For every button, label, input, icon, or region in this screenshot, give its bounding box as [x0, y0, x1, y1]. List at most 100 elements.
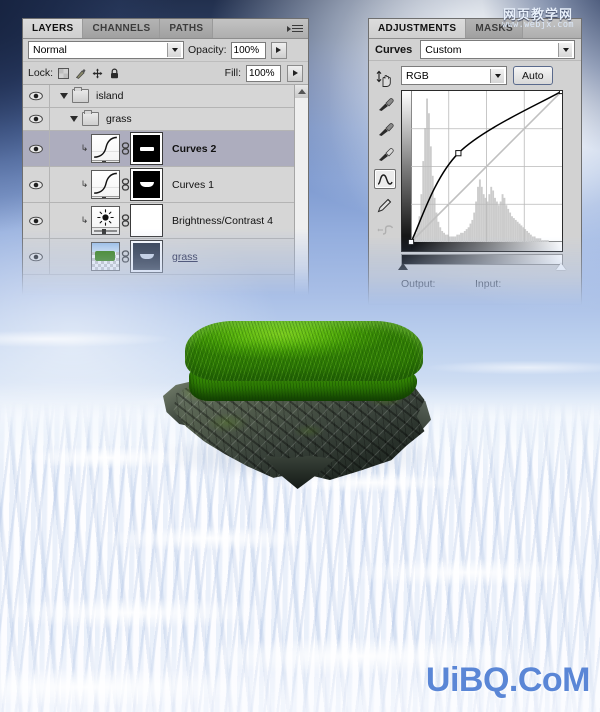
blend-mode-chevron-down-icon[interactable]: [167, 43, 181, 57]
lock-label: Lock:: [28, 67, 54, 79]
layer-thumbnail-curves-2[interactable]: [91, 134, 120, 163]
adjustment-title: Curves: [375, 43, 413, 56]
channel-select[interactable]: RGB: [401, 66, 507, 85]
link-icon-brightness-contrast-4[interactable]: [120, 214, 131, 227]
white-point-slider-handle[interactable]: [556, 263, 566, 270]
tab-layers-label: LAYERS: [32, 23, 74, 34]
lock-image-pixels-icon[interactable]: [75, 68, 86, 79]
tab-paths[interactable]: PATHS: [160, 19, 214, 38]
targeted-adjustment-icon[interactable]: [375, 69, 395, 87]
layer-mask-thumbnail-curves-2[interactable]: [130, 132, 163, 165]
channel-chevron-down-icon[interactable]: [490, 68, 504, 83]
pencil-draw-curve-icon[interactable]: [375, 196, 395, 214]
opacity-input[interactable]: 100%: [230, 41, 266, 59]
eyedropper-black-point-icon[interactable]: [375, 94, 395, 112]
blend-mode-row: Normal Opacity: 100%: [23, 39, 308, 62]
fill-label: Fill:: [224, 67, 241, 79]
layer-row-curves-1[interactable]: ↳ Curves 1: [23, 167, 308, 203]
watermark-top-cn: 网页教学网: [502, 6, 573, 22]
layer-mask-thumbnail-grass[interactable]: [130, 240, 163, 273]
curves-graph-column: RGB Auto Output: Input:: [398, 66, 581, 330]
smooth-curve-icon[interactable]: [375, 221, 395, 239]
panel-menu-lines-icon: [292, 24, 303, 33]
layer-name-grass[interactable]: grass: [172, 251, 198, 263]
layer-row-grass[interactable]: grass: [23, 239, 308, 275]
link-icon-grass[interactable]: [120, 250, 131, 263]
fill-input[interactable]: 100%: [246, 64, 281, 82]
eyedropper-white-point-icon[interactable]: [375, 144, 395, 162]
layer-thumbnail-curves-1[interactable]: [91, 170, 120, 199]
layer-thumbnail-grass[interactable]: [91, 242, 120, 271]
curves-svg[interactable]: [402, 91, 562, 251]
clipping-mask-arrow-icon-curves-1: ↳: [80, 179, 89, 189]
watermark-top: 网页教学网 www.webjx.com: [482, 6, 594, 32]
tab-layers[interactable]: LAYERS: [23, 19, 84, 38]
auto-button[interactable]: Auto: [513, 66, 553, 85]
folder-icon-island: [72, 87, 89, 103]
layer-row-curves-2[interactable]: ↳ Curves 2: [23, 131, 308, 167]
tab-adjustments[interactable]: ADJUSTMENTS: [369, 19, 467, 38]
input-label: Input:: [475, 278, 502, 290]
visibility-toggle-brightness-contrast-4[interactable]: [23, 203, 50, 238]
preset-select[interactable]: Custom: [420, 40, 575, 59]
opacity-stepper[interactable]: [270, 41, 287, 59]
layer-name-curves-2[interactable]: Curves 2: [172, 143, 216, 155]
black-white-point-slider[interactable]: [398, 254, 566, 270]
lock-position-icon[interactable]: [92, 68, 103, 79]
tab-channels-label: CHANNELS: [92, 23, 151, 34]
group-disclosure-island[interactable]: [60, 93, 68, 99]
output-input-row: Output: Input:: [401, 278, 569, 290]
preset-value: Custom: [425, 43, 462, 56]
layer-row-island[interactable]: island: [23, 85, 308, 108]
curve-edit-points-icon[interactable]: [374, 169, 396, 189]
layer-name-brightness-contrast-4[interactable]: Brightness/Contrast 4: [172, 215, 273, 227]
link-icon-curves-1[interactable]: [120, 178, 131, 191]
adjustments-body: RGB Auto Output: Input:: [369, 61, 581, 330]
layer-mask-thumbnail-curves-1[interactable]: [130, 168, 163, 201]
eyedropper-gray-point-icon[interactable]: [375, 119, 395, 137]
floating-island: [155, 315, 445, 495]
layer-list[interactable]: island grass ↳ Curves 2 ↳ Curves 1 ↳ Bri…: [23, 85, 308, 297]
layers-panel[interactable]: LAYERS CHANNELS PATHS Normal Opacity: 10…: [22, 18, 309, 297]
layer-name-island[interactable]: island: [96, 90, 123, 102]
panel-menu-icon[interactable]: [287, 22, 304, 35]
auto-button-label: Auto: [522, 69, 544, 82]
group-disclosure-grass[interactable]: [70, 116, 78, 122]
layer-name-curves-1[interactable]: Curves 1: [172, 179, 214, 191]
scrollbar-track[interactable]: [295, 98, 308, 297]
folder-icon-grass: [82, 110, 99, 126]
layers-scrollbar[interactable]: [294, 85, 308, 297]
link-icon-curves-2[interactable]: [120, 142, 131, 155]
layer-mask-thumbnail-brightness-contrast-4[interactable]: [130, 204, 163, 237]
layer-row-brightness-contrast-4[interactable]: ↳ Brightness/Contrast 4: [23, 203, 308, 239]
adjustments-panel[interactable]: ADJUSTMENTS MASKS Curves Custom RGB Auto…: [368, 18, 582, 305]
visibility-toggle-grass[interactable]: [23, 239, 50, 274]
tab-adjustments-label: ADJUSTMENTS: [378, 23, 457, 34]
adjustments-header: Curves Custom: [369, 39, 581, 61]
lock-all-icon[interactable]: [109, 68, 120, 79]
scroll-up-arrow-icon[interactable]: [295, 85, 308, 99]
layer-row-grass-group[interactable]: grass: [23, 108, 308, 131]
output-label: Output:: [401, 278, 436, 290]
black-point-slider-handle[interactable]: [398, 263, 408, 270]
fill-stepper[interactable]: [287, 64, 303, 82]
tab-channels[interactable]: CHANNELS: [83, 19, 161, 38]
lock-icons-group: [58, 67, 120, 79]
lock-transparent-pixels-icon[interactable]: [58, 67, 70, 79]
visibility-toggle-grass-group[interactable]: [23, 108, 50, 130]
opacity-label: Opacity:: [188, 44, 227, 56]
island-grass-top: [185, 321, 423, 381]
curves-plot-area[interactable]: [401, 90, 563, 252]
blend-mode-select[interactable]: Normal: [28, 41, 184, 59]
clipping-mask-arrow-icon-curves-2: ↳: [80, 143, 89, 153]
channel-value: RGB: [406, 69, 429, 82]
visibility-toggle-curves-1[interactable]: [23, 167, 50, 202]
visibility-toggle-curves-2[interactable]: [23, 131, 50, 166]
curves-tool-column: [369, 66, 401, 330]
visibility-toggle-island[interactable]: [23, 85, 50, 107]
layer-name-grass-group[interactable]: grass: [106, 113, 132, 125]
panel-menu-triangle-icon: [287, 25, 291, 32]
preset-chevron-down-icon[interactable]: [558, 42, 572, 57]
curves-chart[interactable]: Output: Input:: [398, 90, 569, 290]
layer-thumbnail-brightness-contrast-4[interactable]: [91, 206, 120, 235]
